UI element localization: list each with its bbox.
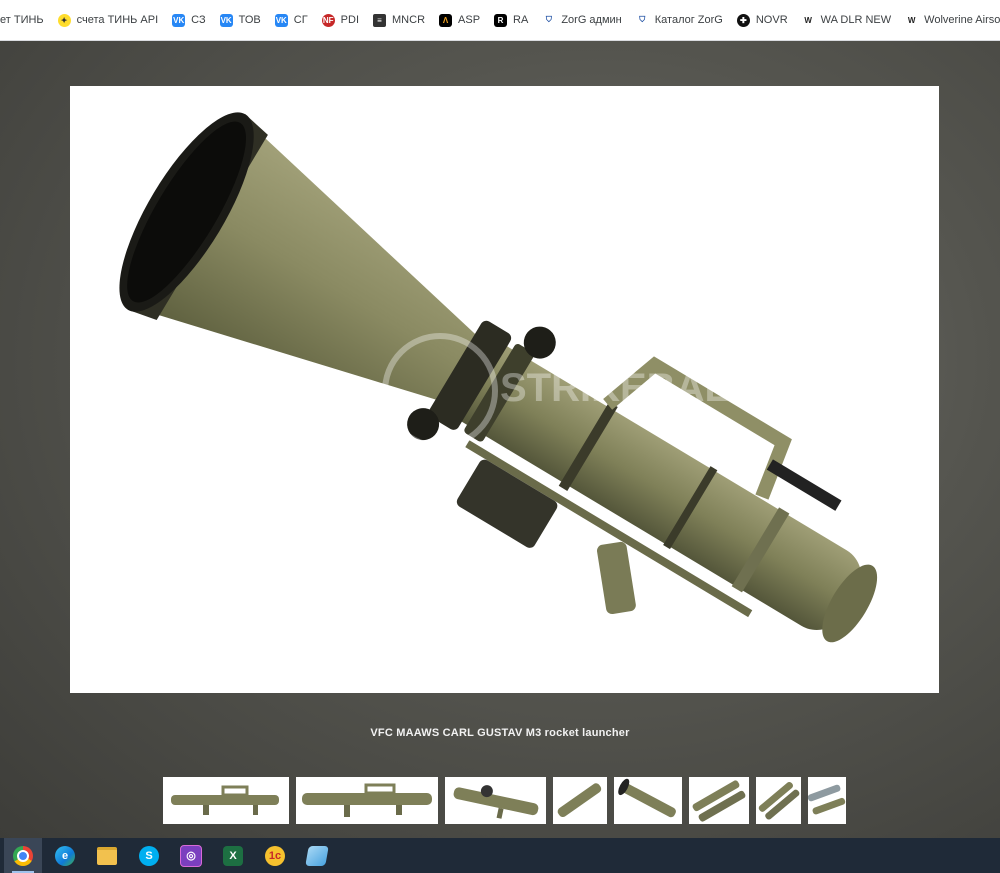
taskbar-app[interactable]: ◎ xyxy=(172,838,210,873)
thumbnail-image xyxy=(171,785,279,815)
bookmark-label: NOVR xyxy=(755,14,788,26)
thumbnail-2[interactable] xyxy=(296,777,438,824)
thumbnail-image xyxy=(453,785,539,819)
main-product-image[interactable]: STRIKEBALL SOFT xyxy=(70,86,939,693)
bookmark-label: WA DLR NEW xyxy=(820,14,892,26)
bookmark-11[interactable]: ✚ NOVR xyxy=(730,6,795,34)
bookmark-12[interactable]: W WA DLR NEW xyxy=(795,6,899,34)
vk-icon: VK xyxy=(172,13,186,27)
bookmark-label: Wolverine Airsoft xyxy=(924,14,1000,26)
bookmark-5[interactable]: NF PDI xyxy=(315,6,366,34)
bookmark-label: MNCR xyxy=(392,14,426,26)
wolverine-icon: W xyxy=(804,15,812,25)
mncr-icon: ≡ xyxy=(373,13,387,27)
notes-icon xyxy=(305,845,329,866)
nf-icon: NF xyxy=(321,13,335,27)
taskbar-excel[interactable]: X xyxy=(214,838,252,873)
bookmark-label: СГ xyxy=(293,14,308,26)
bookmark-label: счета ТИНЬ API xyxy=(76,14,159,26)
taskbar-file-explorer[interactable] xyxy=(88,838,126,873)
bookmark-0[interactable]: ет ТИНЬ xyxy=(0,6,51,34)
taskbar-notes[interactable] xyxy=(298,838,336,873)
bookmark-6[interactable]: ≡ MNCR xyxy=(366,6,432,34)
bookmark-label: RA xyxy=(513,14,529,26)
bookmark-10[interactable]: ⛉ Каталог ZorG xyxy=(629,6,730,34)
thumbnail-image xyxy=(808,784,846,815)
bookmark-4[interactable]: VK СГ xyxy=(268,6,315,34)
asp-icon: Λ xyxy=(439,13,453,27)
thumbnail-5[interactable] xyxy=(614,777,682,824)
bookmark-3[interactable]: VK ТОВ xyxy=(213,6,268,34)
thumbnail-7[interactable] xyxy=(756,777,801,824)
taskbar-chrome[interactable] xyxy=(4,838,42,873)
bookmark-label: ТОВ xyxy=(238,14,261,26)
bookmark-2[interactable]: VK СЗ xyxy=(165,6,212,34)
image-viewer: STRIKEBALL SOFT VFC MAAWS CARL GUSTAV M3… xyxy=(0,41,1000,838)
taskbar-1c[interactable]: 1c xyxy=(256,838,294,873)
thumbnail-8[interactable] xyxy=(808,777,846,824)
thumbnail-image xyxy=(618,778,676,818)
thumbnail-image xyxy=(302,783,432,817)
novr-icon: ✚ xyxy=(736,13,750,27)
taskbar-edge[interactable]: e xyxy=(46,838,84,873)
bookmark-label: Каталог ZorG xyxy=(654,14,723,26)
thumbnail-4[interactable] xyxy=(553,777,607,824)
file-explorer-icon xyxy=(97,846,117,865)
taskbar-skype[interactable]: S xyxy=(130,838,168,873)
watermark-text: STRIKEBALL SOFT xyxy=(500,366,870,410)
skype-icon: S xyxy=(139,845,159,866)
windows-taskbar: e S ◎ X 1c xyxy=(0,838,1000,873)
bookmark-1[interactable]: ✦ счета ТИНЬ API xyxy=(51,6,166,34)
zorg-icon: ⛉ xyxy=(545,15,552,24)
edge-icon: e xyxy=(55,845,75,866)
vk-icon: VK xyxy=(219,13,233,27)
zorg-icon: ⛉ xyxy=(639,15,646,24)
chrome-icon xyxy=(13,845,33,866)
thumbnail-image xyxy=(692,780,746,822)
bookmark-label: ет ТИНЬ xyxy=(0,14,44,26)
bookmarks-bar: ет ТИНЬ ✦ счета ТИНЬ API VK СЗ VK ТОВ VK… xyxy=(0,0,1000,41)
wolverine-icon: W xyxy=(907,15,916,25)
bookmark-9[interactable]: ⛉ ZorG админ xyxy=(535,6,628,34)
bookmark-label: ASP xyxy=(458,14,481,26)
app-icon: ◎ xyxy=(180,844,202,867)
bookmark-label: ZorG админ xyxy=(561,14,622,26)
thumbnail-strip xyxy=(163,777,846,827)
vk-icon: VK xyxy=(274,13,288,27)
image-caption: VFC MAAWS CARL GUSTAV M3 rocket launcher xyxy=(370,727,630,739)
excel-icon: X xyxy=(223,845,243,866)
tinkoff-icon: ✦ xyxy=(57,13,71,27)
rocket-launcher-illustration: STRIKEBALL SOFT xyxy=(119,112,878,643)
bookmark-7[interactable]: Λ ASP xyxy=(432,6,487,34)
thumbnail-6[interactable] xyxy=(689,777,749,824)
thumbnail-image xyxy=(758,781,800,820)
thumbnail-1[interactable] xyxy=(163,777,289,824)
bookmark-label: СЗ xyxy=(191,14,206,26)
bookmark-label: PDI xyxy=(340,14,360,26)
bookmark-13[interactable]: W Wolverine Airsoft xyxy=(898,6,1000,34)
1c-icon: 1c xyxy=(265,845,285,866)
thumbnail-3[interactable] xyxy=(445,777,546,824)
thumbnail-image xyxy=(557,783,602,818)
ra-icon: R xyxy=(494,13,508,27)
bookmark-8[interactable]: R RA xyxy=(487,6,535,34)
